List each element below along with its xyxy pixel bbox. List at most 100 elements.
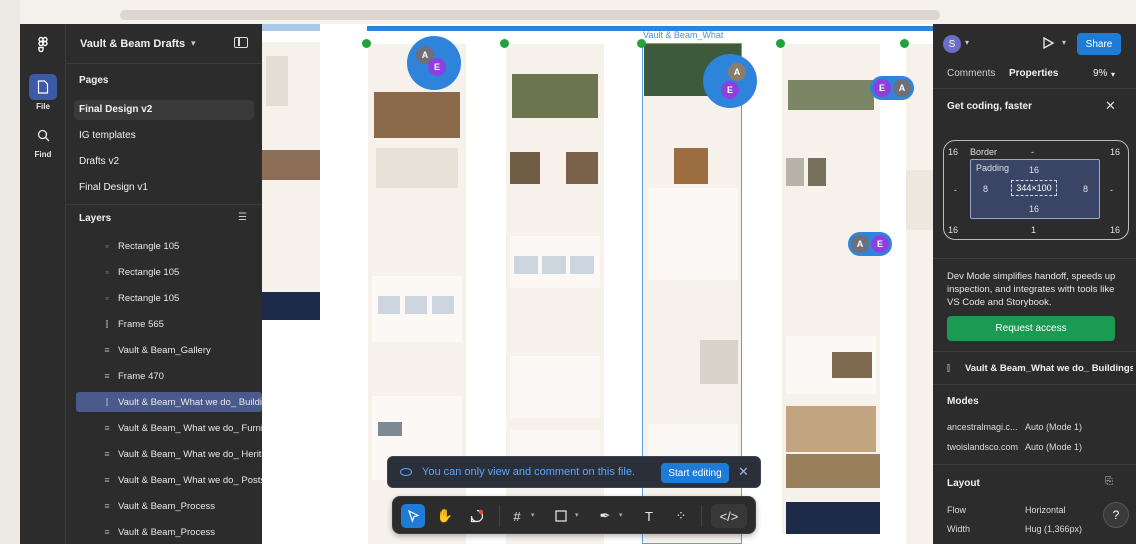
rectangle-tool-icon[interactable]: [549, 504, 573, 528]
hand-tool-icon[interactable]: ✋: [433, 504, 457, 528]
design-canvas[interactable]: Vault & Beam_What A E A E E A A E You ca…: [262, 24, 933, 544]
bottom-toolbar: ✋ # ▾ ▾ ✒ ▾ T ⁘ </>: [392, 496, 756, 534]
request-access-button[interactable]: Request access: [947, 316, 1115, 341]
chevron-down-icon[interactable]: ▾: [575, 511, 579, 519]
resources-icon[interactable]: ⁘: [669, 504, 693, 528]
chevron-down-icon[interactable]: ▾: [191, 38, 196, 49]
page-item-drafts-v2[interactable]: Drafts v2: [74, 152, 254, 172]
close-icon[interactable]: ✕: [1105, 98, 1116, 114]
start-editing-button[interactable]: Start editing: [661, 463, 729, 483]
pen-tool-icon[interactable]: ✒: [593, 504, 617, 528]
layer-item[interactable]: ≡ Vault & Beam_ What we do_ Heritage: [76, 444, 262, 464]
avatar: E: [428, 58, 446, 76]
user-avatar[interactable]: S: [943, 35, 961, 53]
avatar: E: [721, 81, 739, 99]
panel-toggle-icon[interactable]: [234, 37, 248, 48]
chevron-down-icon[interactable]: ▾: [531, 511, 535, 519]
comment-tool-icon[interactable]: [465, 504, 489, 528]
browser-top-bar: [20, 0, 1136, 24]
mode-value[interactable]: Auto (Mode 1): [1025, 422, 1082, 432]
close-icon[interactable]: ✕: [738, 464, 749, 480]
chevron-down-icon[interactable]: ▾: [1062, 38, 1066, 47]
collaborator-avatars[interactable]: E A: [870, 76, 914, 100]
padding-box: Padding 16 8 8 16 344×100: [970, 159, 1100, 219]
margin-value: 16: [1110, 147, 1121, 157]
page-hero-image: [788, 80, 874, 110]
page-image: [378, 296, 400, 314]
figma-logo-icon[interactable]: [34, 36, 52, 54]
layer-label: Frame 470: [118, 371, 164, 382]
divider: [933, 351, 1136, 352]
chevron-down-icon[interactable]: ▾: [1111, 70, 1115, 79]
rail-find-button[interactable]: Find: [28, 122, 58, 159]
layers-list-icon[interactable]: ☰: [238, 212, 250, 223]
page-item-final-design-v2[interactable]: Final Design v2: [74, 100, 254, 120]
view-only-toast: You can only view and comment on this fi…: [387, 456, 761, 488]
layer-item[interactable]: ≡ Vault & Beam_Process: [76, 496, 262, 516]
page-image: [542, 256, 566, 274]
file-icon: [29, 74, 57, 100]
layer-item-selected[interactable]: ⫿ Vault & Beam_What we do_ Buildings: [76, 392, 262, 412]
right-panel: S ▾ ▾ Share Comments Properties 9% ▾ Get…: [933, 24, 1136, 544]
page-item-final-design-v1[interactable]: Final Design v1: [74, 178, 254, 198]
layer-item[interactable]: ⫿ Frame 565: [76, 314, 262, 334]
chevron-down-icon[interactable]: ▾: [965, 38, 969, 47]
text-tool-icon[interactable]: T: [637, 504, 661, 528]
layer-item[interactable]: ≡ Vault & Beam_Process: [76, 522, 262, 542]
rail-file-button[interactable]: File: [28, 74, 58, 111]
design-page-thumbnail[interactable]: [262, 42, 320, 320]
collaborator-cursor-cluster[interactable]: A E: [703, 54, 757, 108]
design-page-thumbnail[interactable]: [782, 44, 880, 534]
padding-label: Padding: [976, 163, 1010, 173]
rectangle-icon: ▫: [105, 241, 109, 251]
rail-file-label: File: [36, 102, 50, 111]
selected-frame-label: Vault & Beam_What: [643, 30, 724, 40]
component-icon: ≡: [104, 371, 110, 381]
page-item-ig-templates[interactable]: IG templates: [74, 126, 254, 146]
help-button[interactable]: ?: [1103, 502, 1129, 528]
frame-icon: ⫿: [947, 363, 950, 373]
page-image: [786, 454, 880, 488]
tab-comments[interactable]: Comments: [947, 68, 995, 79]
component-icon: ≡: [104, 501, 110, 511]
file-title[interactable]: Vault & Beam Drafts: [80, 38, 185, 50]
layers-title: Layers: [79, 213, 112, 224]
chevron-down-icon[interactable]: ▾: [619, 511, 623, 519]
page-footer: [262, 292, 320, 320]
avatar: A: [893, 79, 911, 97]
tab-properties[interactable]: Properties: [1009, 68, 1058, 79]
layer-label: Rectangle 105: [118, 293, 180, 304]
layer-label: Vault & Beam_Gallery: [118, 345, 211, 356]
mode-value[interactable]: Auto (Mode 1): [1025, 442, 1082, 452]
collaborator-cursor-cluster[interactable]: A E: [407, 36, 461, 90]
layer-item[interactable]: ▫ Rectangle 105: [76, 288, 262, 308]
frame-tool-icon[interactable]: #: [505, 504, 529, 528]
divider: [701, 505, 702, 527]
layer-item[interactable]: ≡ Vault & Beam_ What we do_ Posts: [76, 470, 262, 490]
copy-icon[interactable]: ⎘: [1105, 476, 1113, 487]
share-button[interactable]: Share: [1077, 33, 1121, 55]
layer-item[interactable]: ≡ Vault & Beam_Gallery: [76, 340, 262, 360]
collaborator-avatars[interactable]: A E: [848, 232, 892, 256]
content-size: 344×100: [1011, 180, 1057, 196]
dev-mode-icon[interactable]: </>: [711, 504, 747, 528]
divider: [933, 384, 1136, 385]
component-icon: ≡: [104, 527, 110, 537]
layer-item[interactable]: ≡ Vault & Beam_ What we do_ Furniture: [76, 418, 262, 438]
layer-item[interactable]: ▫ Rectangle 105: [76, 262, 262, 282]
layer-item[interactable]: ▫ Rectangle 105: [76, 236, 262, 256]
page-block: [906, 170, 933, 230]
play-icon[interactable]: [1041, 36, 1055, 50]
page-image: [808, 158, 826, 186]
page-image: [405, 296, 427, 314]
page-hero-image: [512, 74, 598, 118]
frame-status-dot: [776, 39, 785, 48]
design-page-thumbnail[interactable]: [906, 44, 933, 544]
layer-item[interactable]: ≡ Frame 470: [76, 366, 262, 386]
page-image: [432, 296, 454, 314]
page-image: [510, 152, 540, 184]
move-tool-icon[interactable]: [401, 504, 425, 528]
layer-label: Rectangle 105: [118, 267, 180, 278]
zoom-level[interactable]: 9%: [1093, 68, 1107, 79]
promo-title: Get coding, faster: [947, 101, 1033, 112]
